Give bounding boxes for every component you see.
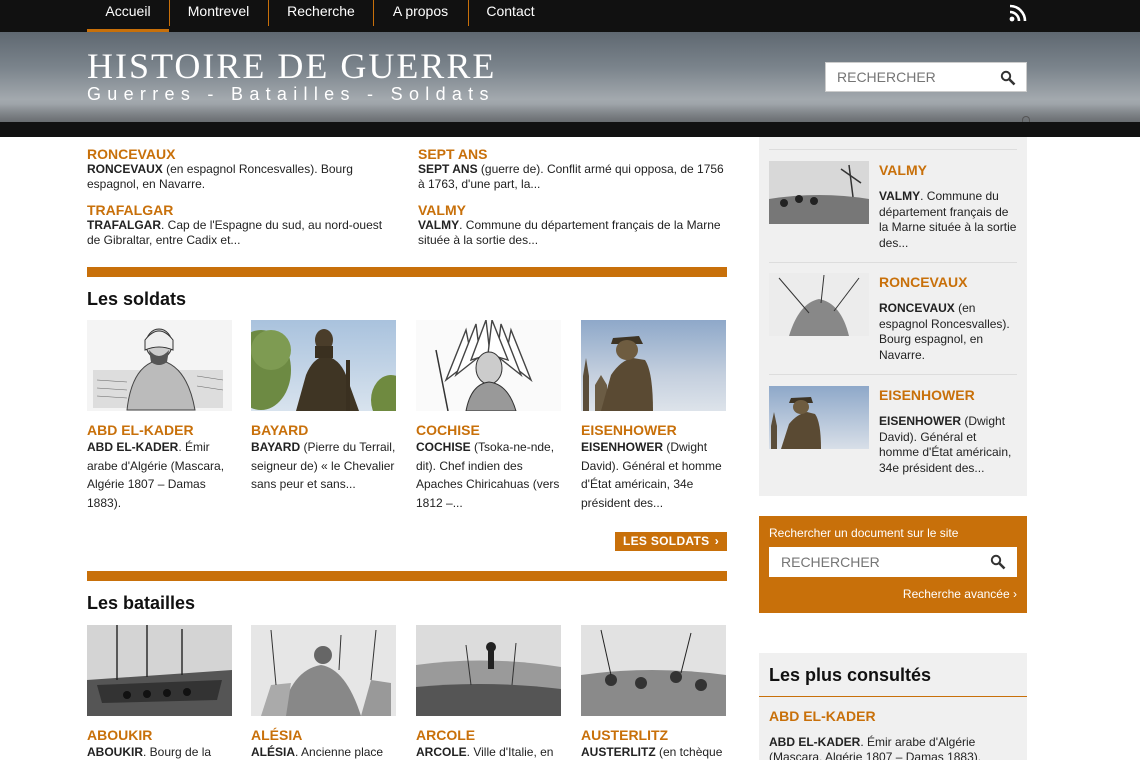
card-image[interactable] xyxy=(581,320,726,411)
section-divider xyxy=(87,571,727,581)
card-bold: ABOUKIR xyxy=(87,745,143,759)
card-title[interactable]: AUSTERLITZ xyxy=(581,727,668,743)
search-icon[interactable] xyxy=(990,554,1006,570)
sidebar-item-bold: VALMY xyxy=(879,189,921,203)
popular-item-title[interactable]: ABD EL-KADER xyxy=(769,708,876,724)
sidebar-search-label: Rechercher un document sur le site xyxy=(769,526,959,540)
card-title[interactable]: COCHISE xyxy=(416,422,480,438)
sidebar-item-text: VALMY. Commune du département français d… xyxy=(879,189,1019,251)
site-title[interactable]: HISTOIRE DE GUERRE xyxy=(87,45,496,87)
card-image[interactable] xyxy=(87,320,232,411)
card-title[interactable]: BAYARD xyxy=(251,422,308,438)
section-divider xyxy=(87,267,727,277)
entry-bold: RONCEVAUX xyxy=(87,162,163,176)
sidebar-item-bold: EISENHOWER xyxy=(879,414,962,428)
card-bold: BAYARD xyxy=(251,440,301,454)
rss-icon[interactable] xyxy=(1009,4,1027,22)
card-desc: (en tchèque xyxy=(655,745,723,759)
top-nav: Accueil Montrevel Recherche A propos Con… xyxy=(0,0,1140,32)
sidebar-item-image[interactable] xyxy=(769,161,869,224)
sidebar-separator xyxy=(769,374,1017,375)
advanced-search-link[interactable]: Recherche avancée › xyxy=(903,587,1017,601)
card-image[interactable] xyxy=(251,625,396,716)
entry-bold: VALMY xyxy=(418,218,460,232)
card-image[interactable] xyxy=(581,625,726,716)
card-image[interactable] xyxy=(87,625,232,716)
card-title[interactable]: ABOUKIR xyxy=(87,727,152,743)
entry-text: SEPT ANS (guerre de). Conflit armé qui o… xyxy=(418,162,730,192)
sidebar-search-input[interactable] xyxy=(769,547,979,577)
card-text: ARCOLE. Ville d'Italie, en xyxy=(416,743,566,760)
nav-montrevel[interactable]: Montrevel xyxy=(170,0,267,32)
entry-text: TRAFALGAR. Cap de l'Espagne du sud, au n… xyxy=(87,218,392,248)
card-image[interactable] xyxy=(416,320,561,411)
sidebar-search-field xyxy=(769,547,1017,577)
sidebar-item-text: EISENHOWER (Dwight David). Général et ho… xyxy=(879,414,1019,476)
card-bold: AUSTERLITZ xyxy=(581,745,656,759)
card-desc: . Bourg de la xyxy=(143,745,212,759)
card-bold: ABD EL-KADER xyxy=(87,440,179,454)
more-soldats-label: LES SOLDATS xyxy=(623,534,710,548)
card-text: ABD EL-KADER. Émir arabe d'Algérie (Masc… xyxy=(87,438,237,512)
site-subtitle: Guerres - Batailles - Soldats xyxy=(87,84,495,104)
header-band xyxy=(0,116,1140,137)
card-image[interactable] xyxy=(416,625,561,716)
header-search xyxy=(825,62,1027,92)
section-title-batailles: Les batailles xyxy=(87,593,196,613)
popular-panel: Les plus consultés ABD EL-KADER ABD EL-K… xyxy=(759,653,1027,760)
entry-title[interactable]: VALMY xyxy=(418,202,466,218)
entry-title[interactable]: SEPT ANS xyxy=(418,146,488,162)
card-text: BAYARD (Pierre du Terrail, seigneur de) … xyxy=(251,438,401,494)
card-title[interactable]: ABD EL-KADER xyxy=(87,422,194,438)
search-icon[interactable] xyxy=(1000,70,1016,86)
entry-desc: . Commune du département français de la … xyxy=(418,218,721,247)
nav-a-propos[interactable]: A propos xyxy=(374,0,467,32)
card-title[interactable]: ALÉSIA xyxy=(251,727,302,743)
card-text: EISENHOWER (Dwight David). Général et ho… xyxy=(581,438,731,512)
entry-bold: SEPT ANS xyxy=(418,162,478,176)
entry-text: VALMY. Commune du département français d… xyxy=(418,218,730,248)
nav-accueil[interactable]: Accueil xyxy=(87,0,169,32)
popular-title: Les plus consultés xyxy=(769,665,932,685)
sidebar-item-text: RONCEVAUX (en espagnol Roncesvalles). Bo… xyxy=(879,301,1019,363)
card-text: ABOUKIR. Bourg de la xyxy=(87,743,237,760)
popular-item-text: ABD EL-KADER. Émir arabe d'Algérie (Masc… xyxy=(769,735,1019,760)
sidebar-item-image[interactable] xyxy=(769,386,869,449)
card-title[interactable]: ARCOLE xyxy=(416,727,475,743)
nav-contact[interactable]: Contact xyxy=(469,0,552,32)
card-image[interactable] xyxy=(251,320,396,411)
sidebar-search-box: Rechercher un document sur le site Reche… xyxy=(759,516,1027,613)
card-text: COCHISE (Tsoka-ne-nde, dit). Chef indien… xyxy=(416,438,566,512)
chevron-right-icon: › xyxy=(714,534,719,548)
sidebar-item-bold: RONCEVAUX xyxy=(879,301,955,315)
card-title[interactable]: EISENHOWER xyxy=(581,422,677,438)
popular-divider xyxy=(759,696,1027,697)
entry-text: RONCEVAUX (en espagnol Roncesvalles). Bo… xyxy=(87,162,387,192)
sidebar-item-image[interactable] xyxy=(769,273,869,336)
sidebar-separator xyxy=(769,262,1017,263)
card-text: ALÉSIA. Ancienne place xyxy=(251,743,401,760)
sidebar-separator xyxy=(769,149,1017,150)
more-soldats-button[interactable]: LES SOLDATS › xyxy=(615,532,727,551)
card-desc: . Ville d'Italie, en xyxy=(466,745,554,759)
sidebar-item-title[interactable]: EISENHOWER xyxy=(879,387,975,403)
sidebar-item-title[interactable]: VALMY xyxy=(879,162,927,178)
card-text: AUSTERLITZ (en tchèque xyxy=(581,743,731,760)
section-title-soldats: Les soldats xyxy=(87,289,187,309)
card-bold: ARCOLE xyxy=(416,745,467,759)
header-search-input[interactable] xyxy=(826,63,996,91)
decoration xyxy=(1022,116,1030,122)
card-bold: EISENHOWER xyxy=(581,440,664,454)
entry-title[interactable]: TRAFALGAR xyxy=(87,202,173,218)
card-bold: COCHISE xyxy=(416,440,471,454)
card-desc: . Ancienne place xyxy=(295,745,384,759)
popular-item-bold: ABD EL-KADER xyxy=(769,735,861,749)
chevron-right-icon: › xyxy=(1013,587,1017,601)
entry-bold: TRAFALGAR xyxy=(87,218,161,232)
nav-recherche[interactable]: Recherche xyxy=(269,0,373,32)
entry-title[interactable]: RONCEVAUX xyxy=(87,146,175,162)
sidebar-item-title[interactable]: RONCEVAUX xyxy=(879,274,967,290)
advanced-search-label: Recherche avancée xyxy=(902,587,1010,601)
card-bold: ALÉSIA xyxy=(251,745,296,759)
